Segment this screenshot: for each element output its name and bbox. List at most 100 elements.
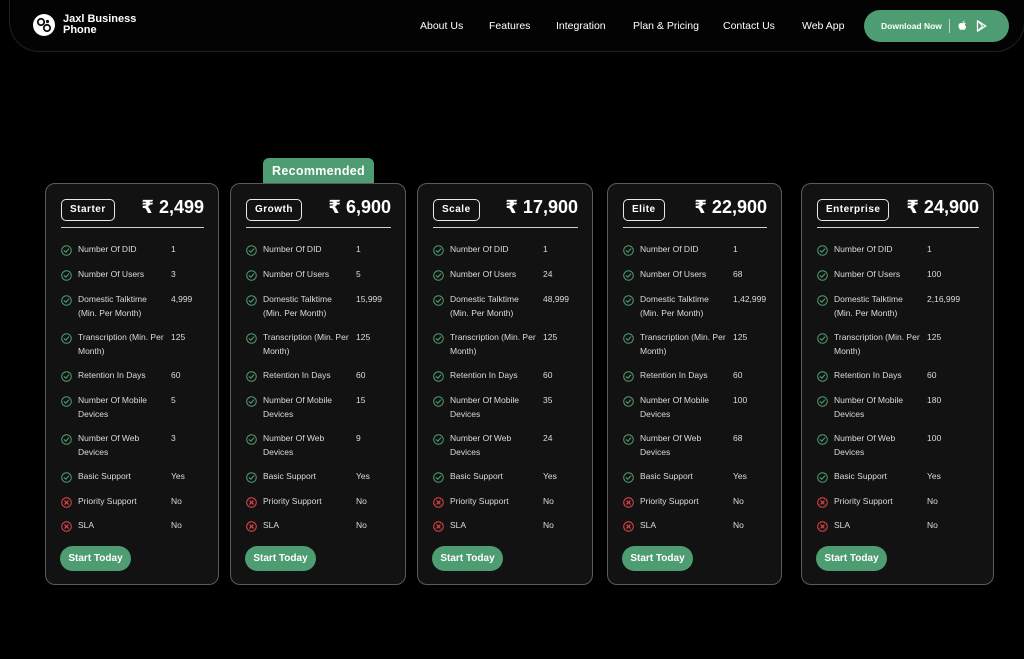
feature-label: Priority Support	[640, 496, 699, 506]
check-circle-icon	[623, 470, 634, 483]
nav-link-integration[interactable]: Integration	[556, 20, 606, 32]
feature-value: 24	[543, 433, 553, 443]
check-circle-icon	[817, 293, 828, 306]
feature-label: Basic Support	[834, 471, 887, 481]
feature-label: Retention In Days	[834, 370, 902, 380]
check-circle-icon	[433, 369, 444, 382]
check-circle-icon	[623, 369, 634, 382]
plan-name: Scale	[433, 199, 480, 221]
download-now-button[interactable]: Download Now	[864, 10, 1009, 42]
check-circle-icon	[817, 470, 828, 483]
feature-label: Number Of Mobile Devices	[450, 395, 519, 419]
plan-name: Starter	[61, 199, 115, 221]
plan-price: ₹ 2,499	[141, 197, 204, 217]
feature-value: 35	[543, 395, 553, 405]
plan-name: Enterprise	[817, 199, 890, 221]
feature-value: No	[733, 520, 744, 530]
feature-label: Number Of Web Devices	[450, 433, 512, 457]
x-circle-icon	[817, 519, 828, 532]
feature-label: SLA	[78, 520, 95, 530]
feature-label: Number Of Web Devices	[640, 433, 702, 457]
check-circle-icon	[817, 432, 828, 445]
check-circle-icon	[61, 432, 72, 445]
feature-label: Number Of Web Devices	[834, 433, 896, 457]
card-divider	[817, 227, 979, 228]
x-circle-icon	[246, 495, 257, 508]
feature-value: 3	[171, 269, 176, 279]
feature-value: 60	[543, 370, 553, 380]
check-circle-icon	[61, 268, 72, 281]
nav-link-web-app[interactable]: Web App	[802, 20, 844, 32]
feature-value: 60	[733, 370, 743, 380]
feature-label: Number Of Users	[450, 269, 517, 279]
feature-value: No	[171, 496, 182, 506]
top-navbar: Jaxl Business Phone About Us Features In…	[9, 0, 1024, 52]
download-label: Download Now	[881, 21, 942, 31]
feature-label: Number Of DID	[263, 244, 322, 254]
feature-label: Number Of DID	[640, 244, 699, 254]
plan-name: Growth	[246, 199, 302, 221]
feature-value: Yes	[356, 471, 370, 481]
download-separator	[948, 19, 950, 33]
start-today-button[interactable]: Start Today	[622, 546, 693, 571]
feature-value: 4,999	[171, 294, 193, 304]
apple-icon[interactable]	[957, 20, 969, 32]
feature-value: 1,42,999	[733, 294, 767, 304]
check-circle-icon	[433, 268, 444, 281]
plan-card-scale: Scale ₹ 17,900 Number Of DID 1 Number Of Use…	[417, 183, 593, 585]
plan-card-growth: Growth ₹ 6,900 Number Of DID 1 Number Of Use…	[230, 183, 406, 585]
feature-value: 24	[543, 269, 553, 279]
check-circle-icon	[433, 470, 444, 483]
feature-value: 2,16,999	[927, 294, 961, 304]
feature-value: 125	[171, 332, 186, 342]
check-circle-icon	[246, 293, 257, 306]
check-circle-icon	[623, 293, 634, 306]
feature-label: Domestic Talktime (Min. Per Month)	[78, 294, 147, 318]
x-circle-icon	[246, 519, 257, 532]
feature-value: 15,999	[356, 294, 382, 304]
start-today-button[interactable]: Start Today	[60, 546, 131, 571]
feature-value: 1	[927, 244, 932, 254]
feature-label: Domestic Talktime (Min. Per Month)	[834, 294, 903, 318]
nav-link-features[interactable]: Features	[489, 20, 530, 32]
card-divider	[61, 227, 204, 228]
feature-label: Domestic Talktime (Min. Per Month)	[640, 294, 709, 318]
check-circle-icon	[246, 432, 257, 445]
feature-value: No	[543, 496, 554, 506]
x-circle-icon	[61, 495, 72, 508]
plan-card-elite: Elite ₹ 22,900 Number Of DID 1 Number Of Use…	[607, 183, 782, 585]
nav-link-contact-us[interactable]: Contact Us	[723, 20, 775, 32]
x-circle-icon	[61, 519, 72, 532]
check-circle-icon	[623, 243, 634, 256]
check-circle-icon	[433, 394, 444, 407]
feature-value: Yes	[927, 471, 941, 481]
check-circle-icon	[623, 268, 634, 281]
check-circle-icon	[623, 331, 634, 344]
start-today-button[interactable]: Start Today	[245, 546, 316, 571]
plan-price: ₹ 22,900	[694, 197, 767, 217]
check-circle-icon	[61, 369, 72, 382]
feature-label: Transcription (Min. Per Month)	[450, 332, 536, 356]
plan-card-enterprise: Enterprise ₹ 24,900 Number Of DID 1 Number O…	[801, 183, 994, 585]
feature-value: No	[171, 520, 182, 530]
feature-label: Number Of DID	[78, 244, 137, 254]
feature-label: Number Of Mobile Devices	[640, 395, 709, 419]
nav-link-plan-pricing[interactable]: Plan & Pricing	[633, 20, 699, 32]
x-circle-icon	[433, 519, 444, 532]
check-circle-icon	[246, 369, 257, 382]
feature-label: Basic Support	[640, 471, 693, 481]
feature-value: 68	[733, 433, 743, 443]
feature-value: 3	[171, 433, 176, 443]
check-circle-icon	[817, 268, 828, 281]
check-circle-icon	[61, 470, 72, 483]
feature-label: Number Of Web Devices	[263, 433, 325, 457]
start-today-button[interactable]: Start Today	[432, 546, 503, 571]
start-today-button[interactable]: Start Today	[816, 546, 887, 571]
feature-label: Number Of Mobile Devices	[263, 395, 332, 419]
feature-label: Basic Support	[450, 471, 503, 481]
feature-value: No	[543, 520, 554, 530]
google-play-icon[interactable]	[976, 20, 988, 32]
nav-link-about-us[interactable]: About Us	[420, 20, 463, 32]
feature-value: Yes	[733, 471, 747, 481]
check-circle-icon	[246, 394, 257, 407]
